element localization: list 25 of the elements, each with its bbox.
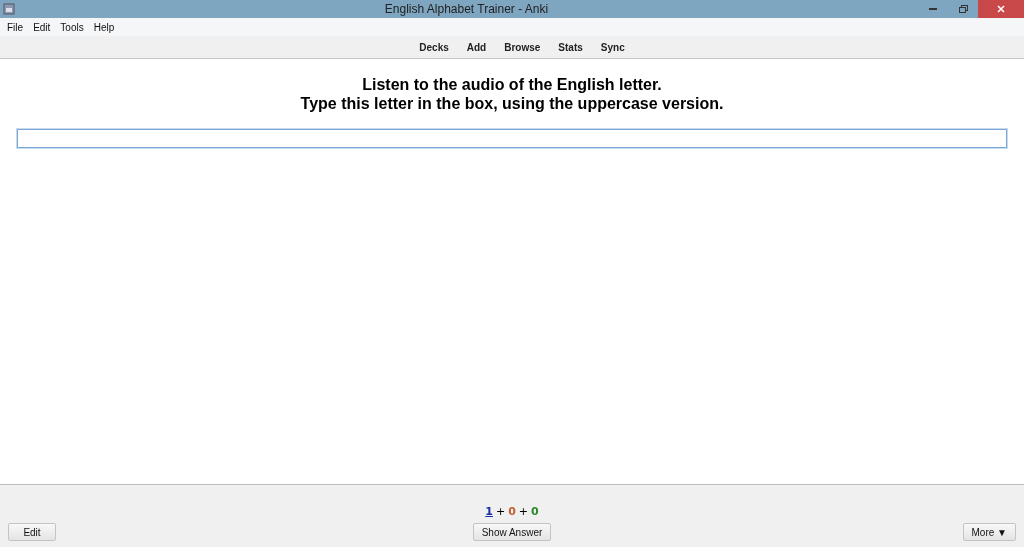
toolbar-link[interactable]: Browse (495, 41, 550, 53)
toolbar-link[interactable]: Add (457, 41, 496, 53)
toolbar-link[interactable]: Sync (591, 41, 634, 53)
menu-item[interactable]: File (2, 21, 29, 33)
menu-item[interactable]: Edit (28, 21, 56, 33)
toolbar-link[interactable]: Decks (410, 41, 458, 53)
card-text: Listen to the audio of the English letter. (362, 75, 662, 94)
toolbar-link[interactable]: Stats (549, 41, 592, 53)
restore-icon (958, 5, 968, 13)
card-count: 0 (508, 505, 516, 518)
menu-item[interactable]: Help (88, 21, 120, 33)
card-count: 0 (531, 505, 539, 518)
card-count: 1 (485, 505, 493, 518)
minimize-icon (929, 8, 937, 10)
plus-sign: + (518, 505, 529, 518)
plus-sign: + (495, 505, 506, 518)
show-answer-button[interactable]: Show Answer (472, 523, 552, 541)
window-title: English Alphabet Trainer - Anki (383, 2, 550, 16)
edit-button[interactable]: Edit (8, 523, 56, 541)
more-button[interactable]: More ▼ (962, 523, 1016, 541)
answer-field[interactable] (17, 129, 1007, 148)
app-icon (3, 3, 15, 15)
close-icon (997, 5, 1005, 13)
card-text: Type this letter in the box, using the uppercase version. (300, 94, 724, 113)
menu-item[interactable]: Tools (55, 21, 89, 33)
